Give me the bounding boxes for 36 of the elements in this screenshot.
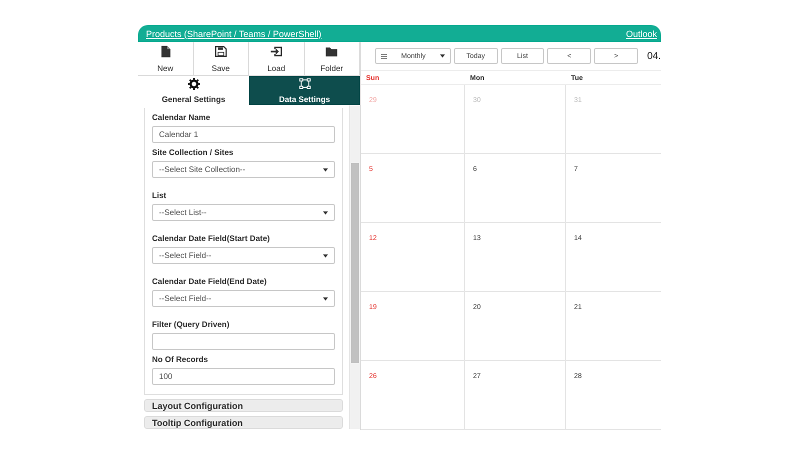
field-label: Filter (Query Driven) bbox=[152, 320, 230, 329]
accordion-header[interactable]: Layout Configuration bbox=[144, 399, 343, 412]
field-label: Calendar Date Field(Start Date) bbox=[152, 234, 271, 243]
caret-icon bbox=[323, 254, 328, 258]
select-field[interactable]: --Select List-- bbox=[152, 204, 335, 221]
toolbar-button[interactable]: Save bbox=[194, 42, 249, 75]
select-field[interactable]: --Select Field-- bbox=[152, 247, 335, 264]
field-label: Calendar Date Field(End Date) bbox=[152, 277, 268, 286]
input-field[interactable] bbox=[152, 333, 335, 350]
settings-tab[interactable]: Data Settings bbox=[249, 76, 360, 105]
save-icon bbox=[214, 45, 228, 58]
caret-icon bbox=[323, 296, 328, 300]
select-field[interactable]: --Select Site Collection-- bbox=[152, 161, 335, 178]
calendar-title: 04. bbox=[647, 50, 661, 62]
toolbar-button[interactable]: Load bbox=[249, 42, 304, 75]
caret-icon bbox=[323, 210, 328, 214]
toolbar-button[interactable]: New bbox=[138, 42, 194, 75]
select-field[interactable]: --Select Field-- bbox=[152, 290, 335, 307]
folder-icon bbox=[325, 45, 338, 58]
caret-icon bbox=[440, 54, 445, 58]
sign-in-icon bbox=[270, 45, 283, 58]
input-field[interactable]: Calendar 1 bbox=[152, 126, 335, 143]
gear-icon bbox=[188, 78, 200, 90]
network-icon bbox=[298, 78, 310, 90]
input-field[interactable]: 100 bbox=[152, 368, 335, 385]
toolbar-button[interactable]: Folder bbox=[304, 42, 360, 75]
caret-icon bbox=[323, 168, 328, 172]
list-icon bbox=[381, 54, 387, 58]
field-label: List bbox=[152, 191, 168, 200]
field-label: Calendar Name bbox=[152, 113, 212, 122]
accordion-header[interactable]: Tooltip Configuration bbox=[144, 416, 343, 429]
field-label: Site Collection / Sites bbox=[152, 148, 234, 157]
file-icon bbox=[158, 45, 172, 58]
field-label: No Of Records bbox=[152, 355, 210, 364]
scrollbar[interactable] bbox=[349, 105, 360, 429]
settings-tab[interactable]: General Settings bbox=[138, 76, 249, 105]
